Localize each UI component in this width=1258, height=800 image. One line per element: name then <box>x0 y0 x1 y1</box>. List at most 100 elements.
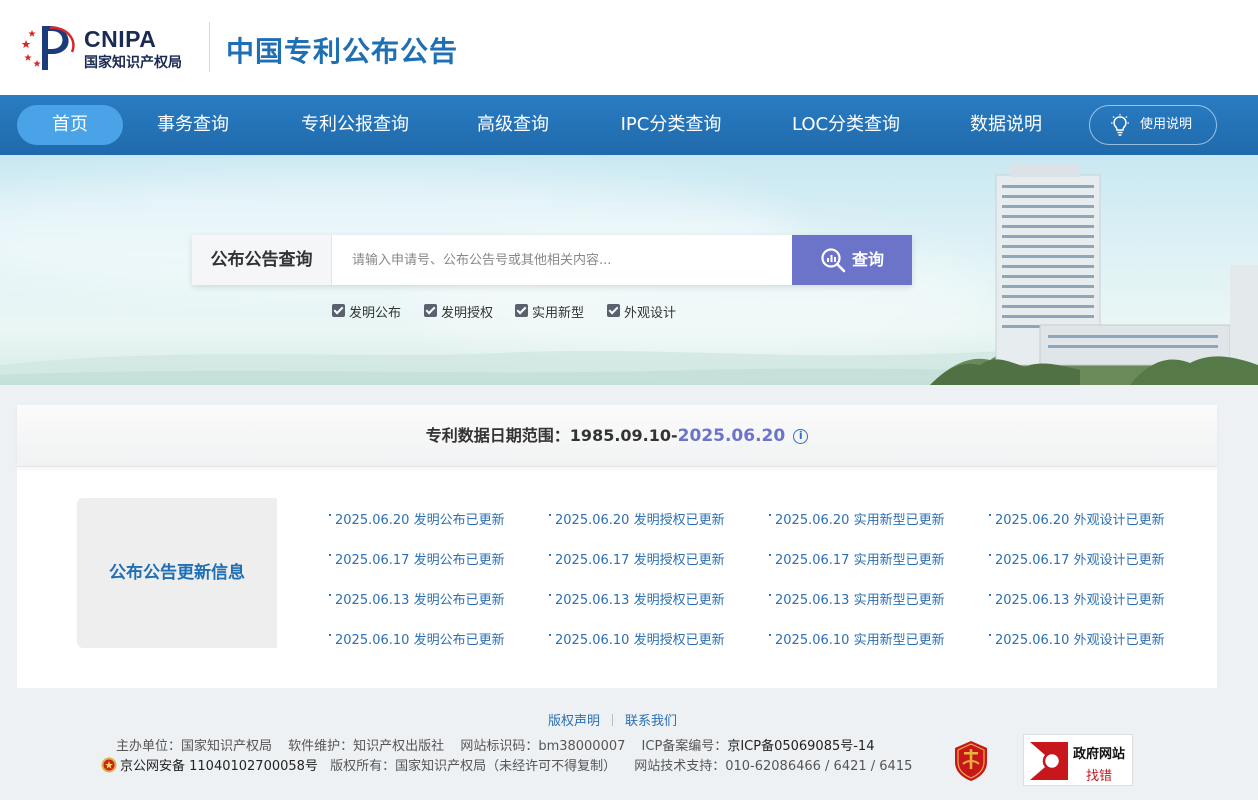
date-range-end: 2025.06.20 <box>677 426 786 446</box>
date-range-label: 专利数据日期范围： <box>425 426 570 445</box>
bullet-icon <box>549 594 551 596</box>
cnipa-logo-icon <box>21 26 75 70</box>
update-link-label: 2025.06.17 发明授权已更新 <box>555 553 725 568</box>
update-link[interactable]: 2025.06.10 发明授权已更新 <box>549 629 725 648</box>
update-info-title: 公布公告更新信息 <box>109 563 245 583</box>
nav-item-transaction-query[interactable]: 事务查询 <box>143 105 243 145</box>
date-range-start: 1985.09.10- <box>569 426 678 445</box>
footer-icp-link[interactable]: 京ICP备05069085号-14 <box>727 739 874 754</box>
update-link[interactable]: 2025.06.17 实用新型已更新 <box>769 549 945 568</box>
footer-copyright: 版权所有：国家知识产权局（未经许可不得复制） <box>330 759 617 774</box>
header-divider <box>209 22 210 72</box>
footer-site-code: 网站标识码：bm38000007 <box>460 739 626 754</box>
bullet-icon <box>769 554 771 556</box>
update-link-label: 2025.06.20 发明公布已更新 <box>335 513 505 528</box>
update-link[interactable]: 2025.06.10 外观设计已更新 <box>989 629 1165 648</box>
search-button-label: 查询 <box>852 250 885 269</box>
bullet-icon <box>769 594 771 596</box>
footer-link-separator <box>612 714 614 726</box>
update-link[interactable]: 2025.06.13 外观设计已更新 <box>989 589 1165 608</box>
update-list: 2025.06.20 发明公布已更新 2025.06.20 发明授权已更新 20… <box>329 505 1209 655</box>
update-link-label: 2025.06.17 实用新型已更新 <box>775 553 945 568</box>
bullet-icon <box>769 514 771 516</box>
update-link[interactable]: 2025.06.20 实用新型已更新 <box>769 509 945 528</box>
party-building-badge-icon[interactable] <box>953 740 989 782</box>
update-link[interactable]: 2025.06.13 实用新型已更新 <box>769 589 945 608</box>
footer-info-line: 京公网安备 11040102700058号 版权所有：国家知识产权局（未经许可不… <box>101 755 926 774</box>
lightbulb-icon <box>1111 114 1129 136</box>
search-banner: 公布公告查询 查询 发明公布 发明授权 实用新型 外 <box>0 155 1258 385</box>
update-link[interactable]: 2025.06.20 外观设计已更新 <box>989 509 1165 528</box>
date-range-bar: 专利数据日期范围：1985.09.10-2025.06.20 i <box>17 405 1217 467</box>
info-icon[interactable]: i <box>793 429 809 444</box>
gov-website-error-report[interactable]: 政府网站 找错 <box>1023 734 1133 786</box>
search-label: 公布公告查询 <box>192 235 332 285</box>
footer-link-copyright[interactable]: 版权声明 <box>548 714 600 729</box>
update-link-label: 2025.06.10 外观设计已更新 <box>995 633 1165 648</box>
checkbox-checked[interactable] <box>515 304 528 317</box>
update-info-box: 公布公告更新信息 <box>77 498 277 648</box>
search-box: 公布公告查询 查询 <box>192 235 912 285</box>
checkbox-checked[interactable] <box>332 304 345 317</box>
nav-item-advanced-query[interactable]: 高级查询 <box>465 105 561 145</box>
site-header: CNIPA 国家知识产权局 中国专利公布公告 <box>0 0 1258 95</box>
bullet-icon <box>329 594 331 596</box>
footer-police-record[interactable]: 京公网安备 11040102700058号 <box>120 759 318 774</box>
cnipa-logo[interactable]: CNIPA 国家知识产权局 <box>20 22 200 74</box>
update-link[interactable]: 2025.06.10 发明公布已更新 <box>329 629 505 648</box>
logo-text-en: CNIPA <box>84 26 157 52</box>
update-link-label: 2025.06.13 发明公布已更新 <box>335 593 505 608</box>
update-link-label: 2025.06.20 实用新型已更新 <box>775 513 945 528</box>
bullet-icon <box>549 514 551 516</box>
filter-label: 外观设计 <box>624 306 677 321</box>
filter-label: 发明授权 <box>441 306 494 321</box>
site-footer: 版权声明 联系我们 主办单位：国家知识产权局 软件维护：知识产权出版社 网站标识码… <box>0 700 1258 800</box>
search-input[interactable] <box>332 235 792 285</box>
search-icon <box>821 248 846 273</box>
bullet-icon <box>549 554 551 556</box>
nav-item-home[interactable]: 首页 <box>17 105 123 145</box>
bullet-icon <box>989 594 991 596</box>
search-button[interactable]: 查询 <box>792 235 912 285</box>
filter-label: 实用新型 <box>532 306 585 321</box>
footer-maintenance: 软件维护：知识产权出版社 <box>288 739 445 754</box>
main-nav: 首页 事务查询 专利公报查询 高级查询 IPC分类查询 LOC分类查询 数据说明… <box>0 95 1258 155</box>
update-link[interactable]: 2025.06.20 发明授权已更新 <box>549 509 725 528</box>
update-link-label: 2025.06.17 发明公布已更新 <box>335 553 505 568</box>
police-badge-icon <box>101 757 117 773</box>
bullet-icon <box>769 634 771 636</box>
checkbox-checked[interactable] <box>607 304 620 317</box>
bullet-icon <box>329 554 331 556</box>
footer-link-contact[interactable]: 联系我们 <box>625 714 677 729</box>
footer-icp-label: ICP备案编号： <box>641 739 728 754</box>
update-link-label: 2025.06.13 外观设计已更新 <box>995 593 1165 608</box>
nav-item-ipc-query[interactable]: IPC分类查询 <box>606 105 736 145</box>
update-link-label: 2025.06.20 外观设计已更新 <box>995 513 1165 528</box>
update-link-label: 2025.06.10 发明公布已更新 <box>335 633 505 648</box>
logo-text-cn: 国家知识产权局 <box>84 55 182 71</box>
update-panel: 专利数据日期范围：1985.09.10-2025.06.20 i 公布公告更新信息… <box>17 405 1217 688</box>
site-title: 中国专利公布公告 <box>226 35 459 68</box>
checkbox-checked[interactable] <box>424 304 437 317</box>
gov-badge-subtitle: 找错 <box>1085 769 1112 784</box>
update-link-label: 2025.06.10 实用新型已更新 <box>775 633 945 648</box>
update-link-label: 2025.06.13 实用新型已更新 <box>775 593 945 608</box>
update-link[interactable]: 2025.06.13 发明授权已更新 <box>549 589 725 608</box>
nav-item-data-description[interactable]: 数据说明 <box>958 105 1054 145</box>
footer-info-line: 主办单位：国家知识产权局 软件维护：知识产权出版社 网站标识码：bm380000… <box>116 735 886 754</box>
update-link[interactable]: 2025.06.13 发明公布已更新 <box>329 589 505 608</box>
update-link[interactable]: 2025.06.17 发明授权已更新 <box>549 549 725 568</box>
update-link[interactable]: 2025.06.10 实用新型已更新 <box>769 629 945 648</box>
update-link-label: 2025.06.17 外观设计已更新 <box>995 553 1165 568</box>
nav-item-gazette-query[interactable]: 专利公报查询 <box>290 105 420 145</box>
update-link-label: 2025.06.10 发明授权已更新 <box>555 633 725 648</box>
help-button[interactable]: 使用说明 <box>1089 105 1217 145</box>
gov-badge-title: 政府网站 <box>1072 747 1125 762</box>
bullet-icon <box>989 634 991 636</box>
update-link[interactable]: 2025.06.17 发明公布已更新 <box>329 549 505 568</box>
filter-label: 发明公布 <box>349 306 402 321</box>
cnipa-building-image <box>930 163 1258 385</box>
nav-item-loc-query[interactable]: LOC分类查询 <box>780 105 912 145</box>
update-link[interactable]: 2025.06.20 发明公布已更新 <box>329 509 505 528</box>
update-link[interactable]: 2025.06.17 外观设计已更新 <box>989 549 1165 568</box>
